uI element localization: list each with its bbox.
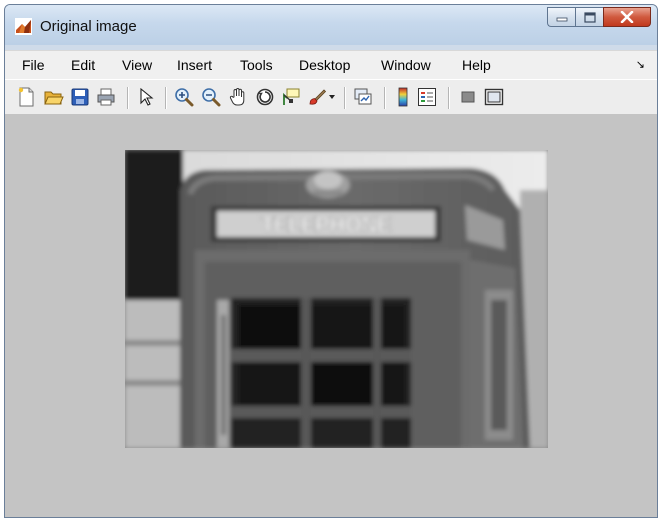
- maximize-button[interactable]: [575, 7, 603, 27]
- zoom-in-icon: [175, 88, 194, 107]
- data-cursor-button[interactable]: [280, 86, 302, 108]
- zoom-in-button[interactable]: [173, 86, 195, 108]
- legend-icon: [418, 88, 436, 106]
- zoom-out-button[interactable]: [200, 86, 222, 108]
- pointer-icon: [140, 87, 154, 106]
- figure-window: Original image File Edit View Insert Too…: [4, 4, 658, 518]
- toolbar-separator: [127, 87, 129, 109]
- colorbar-button[interactable]: [392, 86, 414, 108]
- hide-plot-tools-button[interactable]: [457, 86, 479, 108]
- link-plot-icon: [354, 88, 372, 105]
- select-button[interactable]: [135, 86, 157, 108]
- menu-tools[interactable]: Tools: [240, 57, 273, 73]
- menu-edit[interactable]: Edit: [71, 57, 95, 73]
- rotate-3d-icon: [256, 88, 274, 106]
- open-file-button[interactable]: [43, 86, 65, 108]
- minimize-icon: [556, 17, 567, 22]
- menu-view[interactable]: View: [122, 57, 152, 73]
- data-cursor-icon: [283, 88, 300, 105]
- rotate-3d-button[interactable]: [254, 86, 276, 108]
- matlab-logo-icon: [15, 18, 32, 35]
- new-figure-icon: [18, 87, 34, 107]
- menu-help[interactable]: Help: [462, 57, 491, 73]
- menu-insert[interactable]: Insert: [177, 57, 212, 73]
- menu-window[interactable]: Window: [381, 57, 431, 73]
- sign-text: TELEPHONE: [261, 212, 391, 237]
- menu-desktop[interactable]: Desktop: [299, 57, 350, 73]
- figure-canvas[interactable]: TELEPHONE: [5, 114, 657, 517]
- print-button[interactable]: [95, 86, 117, 108]
- minimize-button[interactable]: [547, 7, 575, 27]
- brush-button[interactable]: [306, 86, 328, 108]
- brush-icon: [309, 89, 327, 105]
- brush-dropdown-icon: [329, 95, 335, 99]
- link-plot-button[interactable]: [352, 86, 374, 108]
- print-icon: [97, 88, 115, 106]
- save-button[interactable]: [69, 86, 91, 108]
- chevron-icon[interactable]: ↘: [636, 58, 645, 71]
- maximize-icon: [583, 11, 596, 23]
- toolbar-separator: [344, 87, 346, 109]
- brush-dropdown-button[interactable]: [326, 86, 338, 108]
- telephone-box-image: TELEPHONE: [125, 150, 548, 448]
- window-controls: [547, 7, 651, 29]
- show-plot-tools-icon: [484, 88, 504, 106]
- open-file-icon: [44, 91, 64, 105]
- image-axes[interactable]: TELEPHONE: [125, 150, 548, 448]
- title-bar[interactable]: Original image: [5, 5, 657, 45]
- colorbar-icon: [398, 87, 408, 107]
- pan-hand-icon: [229, 87, 245, 106]
- toolbar-separator: [165, 87, 167, 109]
- save-icon: [71, 88, 89, 106]
- close-button[interactable]: [603, 7, 651, 27]
- figure-toolbar: [5, 79, 657, 115]
- hide-plot-tools-icon: [461, 91, 475, 103]
- show-plot-tools-button[interactable]: [483, 86, 505, 108]
- menu-file[interactable]: File: [22, 57, 45, 73]
- pan-button[interactable]: [227, 86, 249, 108]
- toolbar-separator: [448, 87, 450, 109]
- zoom-out-icon: [202, 88, 221, 107]
- legend-button[interactable]: [416, 86, 438, 108]
- new-figure-button[interactable]: [15, 86, 37, 108]
- toolbar-separator: [384, 87, 386, 109]
- close-icon: [620, 11, 634, 23]
- menu-bar: File Edit View Insert Tools Desktop Wind…: [5, 50, 657, 79]
- window-title: Original image: [40, 18, 137, 35]
